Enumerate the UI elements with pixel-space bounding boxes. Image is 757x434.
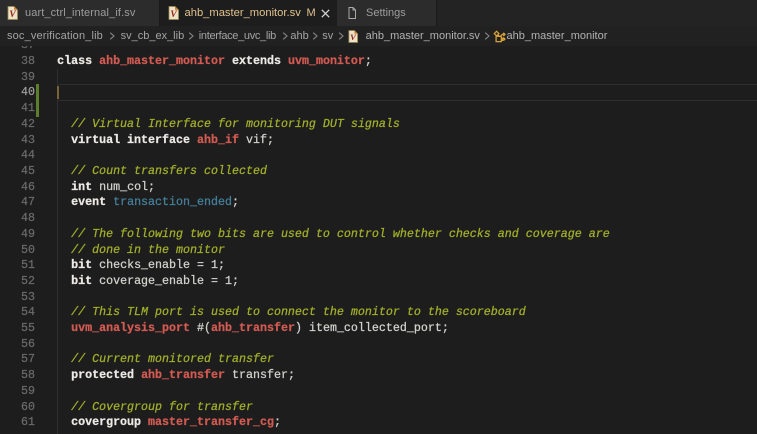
svg-text:V: V: [9, 10, 16, 20]
svg-text:V: V: [170, 10, 177, 20]
